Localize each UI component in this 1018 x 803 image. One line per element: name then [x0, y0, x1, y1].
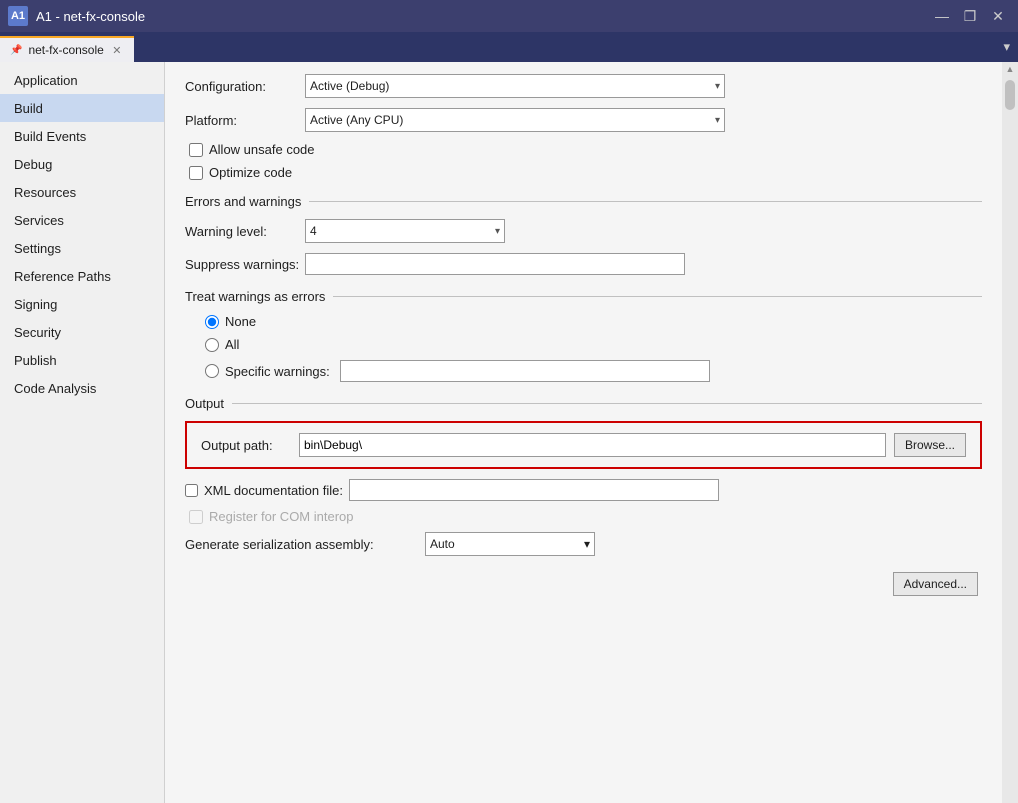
- xml-doc-checkbox[interactable]: [185, 484, 198, 497]
- content-wrapper: Configuration: Active (Debug) ▾ Platform…: [165, 62, 1018, 803]
- app-icon: A1: [8, 6, 28, 26]
- allow-unsafe-code-label: Allow unsafe code: [209, 142, 315, 157]
- configuration-arrow-icon: ▾: [715, 81, 720, 92]
- platform-label: Platform:: [185, 113, 305, 128]
- output-divider: Output: [185, 396, 982, 411]
- divider-line-3: [232, 403, 982, 404]
- sidebar-item-debug[interactable]: Debug: [0, 150, 164, 178]
- minimize-button[interactable]: —: [930, 6, 954, 26]
- treat-warnings-specific-row: Specific warnings:: [185, 360, 982, 382]
- output-path-label: Output path:: [201, 438, 291, 453]
- treat-warnings-none-radio[interactable]: [205, 315, 219, 329]
- gen-serial-value: Auto: [430, 537, 455, 551]
- sidebar-item-build-events[interactable]: Build Events: [0, 122, 164, 150]
- com-interop-row: Register for COM interop: [185, 509, 982, 524]
- warning-level-value: 4: [310, 224, 317, 238]
- allow-unsafe-code-checkbox[interactable]: [189, 143, 203, 157]
- errors-warnings-title: Errors and warnings: [185, 194, 301, 209]
- optimize-code-row: Optimize code: [185, 165, 982, 180]
- com-interop-label: Register for COM interop: [209, 509, 354, 524]
- treat-warnings-all-row: All: [185, 337, 982, 352]
- tab-bar: 📌 net-fx-console ✕ ▾: [0, 32, 1018, 62]
- sidebar: Application Build Build Events Debug Res…: [0, 62, 165, 803]
- sidebar-item-reference-paths[interactable]: Reference Paths: [0, 262, 164, 290]
- tab-net-fx-console[interactable]: 📌 net-fx-console ✕: [0, 36, 134, 62]
- sidebar-item-build[interactable]: Build: [0, 94, 164, 122]
- tab-pin-icon: 📌: [10, 45, 22, 56]
- errors-warnings-divider: Errors and warnings: [185, 194, 982, 209]
- tab-label: net-fx-console: [28, 43, 103, 57]
- platform-row: Platform: Active (Any CPU) ▾: [185, 108, 982, 132]
- sidebar-item-application[interactable]: Application: [0, 66, 164, 94]
- browse-button[interactable]: Browse...: [894, 433, 966, 457]
- platform-arrow-icon: ▾: [715, 115, 720, 126]
- xml-doc-label: XML documentation file:: [204, 483, 343, 498]
- optimize-code-label: Optimize code: [209, 165, 292, 180]
- tab-overflow-arrow[interactable]: ▾: [995, 39, 1018, 55]
- xml-doc-input[interactable]: [349, 479, 719, 501]
- main-layout: Application Build Build Events Debug Res…: [0, 62, 1018, 803]
- suppress-warnings-input[interactable]: [305, 253, 685, 275]
- advanced-button[interactable]: Advanced...: [893, 572, 978, 596]
- divider-line-2: [333, 296, 982, 297]
- sidebar-item-code-analysis[interactable]: Code Analysis: [0, 374, 164, 402]
- treat-warnings-specific-label: Specific warnings:: [225, 364, 330, 379]
- suppress-warnings-label: Suppress warnings:: [185, 257, 305, 272]
- sidebar-item-signing[interactable]: Signing: [0, 290, 164, 318]
- gen-serial-row: Generate serialization assembly: Auto ▾: [185, 532, 982, 556]
- output-path-row: Output path: Browse...: [201, 433, 966, 457]
- sidebar-item-publish[interactable]: Publish: [0, 346, 164, 374]
- treat-warnings-none-row: None: [185, 314, 982, 329]
- output-section: Output path: Browse...: [185, 421, 982, 469]
- configuration-row: Configuration: Active (Debug) ▾: [185, 74, 982, 98]
- treat-warnings-all-radio[interactable]: [205, 338, 219, 352]
- com-interop-checkbox: [189, 510, 203, 524]
- platform-value: Active (Any CPU): [310, 113, 403, 127]
- close-button[interactable]: ✕: [986, 6, 1010, 26]
- scrollbar-thumb[interactable]: [1005, 80, 1015, 110]
- treat-warnings-none-label: None: [225, 314, 256, 329]
- treat-warnings-title: Treat warnings as errors: [185, 289, 325, 304]
- warning-level-select[interactable]: 4 ▾: [305, 219, 505, 243]
- warning-level-arrow-icon: ▾: [495, 226, 500, 237]
- warning-level-row: Warning level: 4 ▾: [185, 219, 982, 243]
- treat-warnings-all-label: All: [225, 337, 239, 352]
- bottom-area: Advanced...: [185, 572, 982, 596]
- suppress-warnings-row: Suppress warnings:: [185, 253, 982, 275]
- allow-unsafe-code-row: Allow unsafe code: [185, 142, 982, 157]
- configuration-select[interactable]: Active (Debug) ▾: [305, 74, 725, 98]
- scrollbar[interactable]: ▲: [1002, 62, 1018, 803]
- configuration-value: Active (Debug): [310, 79, 389, 93]
- xml-doc-row: XML documentation file:: [185, 479, 982, 501]
- gen-serial-select[interactable]: Auto ▾: [425, 532, 595, 556]
- scroll-top-arrow[interactable]: ▲: [1004, 62, 1017, 76]
- specific-warnings-input[interactable]: [340, 360, 710, 382]
- output-title: Output: [185, 396, 224, 411]
- configuration-label: Configuration:: [185, 79, 305, 94]
- window-title: A1 - net-fx-console: [36, 9, 922, 24]
- treat-warnings-specific-radio[interactable]: [205, 364, 219, 378]
- sidebar-item-security[interactable]: Security: [0, 318, 164, 346]
- sidebar-item-resources[interactable]: Resources: [0, 178, 164, 206]
- sidebar-item-services[interactable]: Services: [0, 206, 164, 234]
- sidebar-item-settings[interactable]: Settings: [0, 234, 164, 262]
- gen-serial-label: Generate serialization assembly:: [185, 537, 425, 552]
- output-path-input[interactable]: [299, 433, 886, 457]
- warning-level-label: Warning level:: [185, 224, 305, 239]
- window-controls: — ❐ ✕: [930, 6, 1010, 26]
- content-area: Configuration: Active (Debug) ▾ Platform…: [165, 62, 1002, 803]
- divider-line-1: [309, 201, 982, 202]
- maximize-button[interactable]: ❐: [958, 6, 982, 26]
- optimize-code-checkbox[interactable]: [189, 166, 203, 180]
- tab-close-button[interactable]: ✕: [110, 43, 124, 57]
- gen-serial-arrow-icon: ▾: [584, 537, 590, 551]
- title-bar: A1 A1 - net-fx-console — ❐ ✕: [0, 0, 1018, 32]
- treat-warnings-divider: Treat warnings as errors: [185, 289, 982, 304]
- platform-select[interactable]: Active (Any CPU) ▾: [305, 108, 725, 132]
